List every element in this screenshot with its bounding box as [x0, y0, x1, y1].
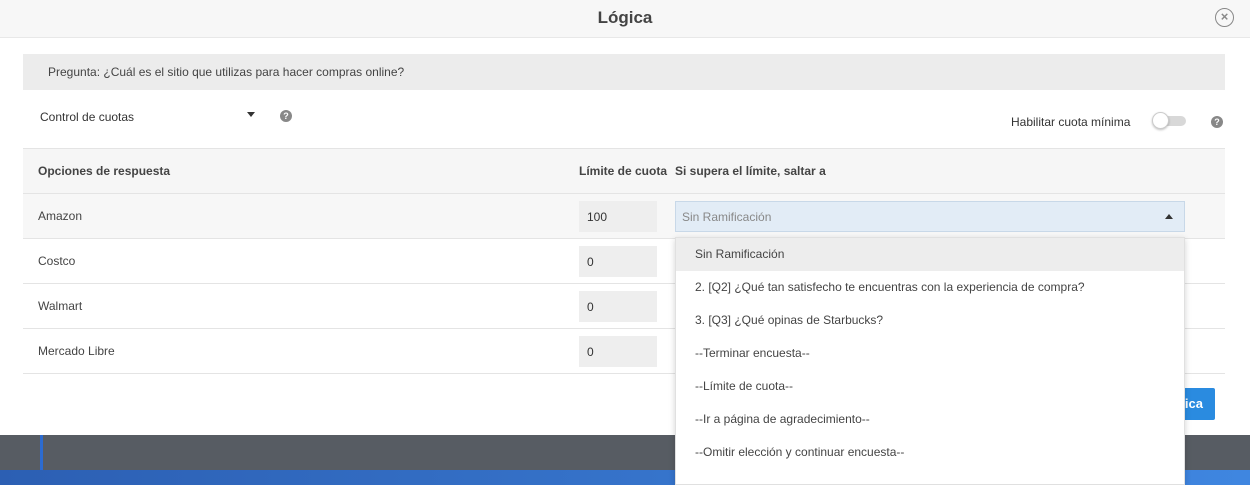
branch-select[interactable]: Sin Ramificación: [675, 201, 1185, 232]
table-header: Opciones de respuesta Límite de cuota Si…: [23, 148, 1225, 194]
option-label: Costco: [38, 254, 76, 268]
help-icon[interactable]: ?: [1211, 116, 1223, 128]
branch-option[interactable]: --Terminar encuesta--: [676, 337, 1184, 370]
branch-option[interactable]: 3. [Q3] ¿Qué opinas de Starbucks?: [676, 304, 1184, 337]
branch-select-value: Sin Ramificación: [682, 210, 772, 224]
branch-dropdown-menu: Sin Ramificación 2. [Q2] ¿Qué tan satisf…: [675, 237, 1185, 485]
quota-mode-select[interactable]: Control de cuotas: [40, 110, 255, 126]
toggle-knob: [1152, 112, 1169, 129]
branch-option[interactable]: 2. [Q2] ¿Qué tan satisfecho te encuentra…: [676, 271, 1184, 304]
chevron-up-icon: [1165, 214, 1173, 219]
modal-title: Lógica: [597, 8, 653, 27]
quota-limit-input[interactable]: [579, 201, 657, 232]
quota-mode-value: Control de cuotas: [40, 110, 135, 124]
quota-limit-input[interactable]: [579, 336, 657, 367]
question-text: Pregunta: ¿Cuál es el sitio que utilizas…: [48, 65, 405, 79]
header-jump: Si supera el límite, saltar a: [675, 164, 826, 178]
min-quota-toggle[interactable]: [1152, 112, 1186, 129]
chevron-down-icon: [247, 112, 255, 117]
option-label: Amazon: [38, 209, 83, 223]
branch-option[interactable]: --Ir a página de agradecimiento--: [676, 403, 1184, 436]
help-icon[interactable]: ?: [280, 110, 292, 122]
quota-limit-input[interactable]: [579, 291, 657, 322]
quota-limit-input[interactable]: [579, 246, 657, 277]
modal-header: Lógica ×: [0, 0, 1250, 38]
question-banner: Pregunta: ¿Cuál es el sitio que utilizas…: [23, 54, 1225, 90]
header-options: Opciones de respuesta: [38, 164, 171, 178]
close-icon[interactable]: ×: [1215, 8, 1234, 27]
option-label: Mercado Libre: [38, 344, 115, 358]
backdrop-accent-line: [40, 435, 43, 471]
branch-option[interactable]: --Límite de cuota--: [676, 370, 1184, 403]
branch-option[interactable]: --Omitir elección y continuar encuesta--: [676, 436, 1184, 469]
min-quota-label: Habilitar cuota mínima: [1011, 115, 1131, 129]
branch-option[interactable]: Sin Ramificación: [676, 238, 1184, 271]
header-limit: Límite de cuota: [579, 164, 668, 178]
option-label: Walmart: [38, 299, 83, 313]
